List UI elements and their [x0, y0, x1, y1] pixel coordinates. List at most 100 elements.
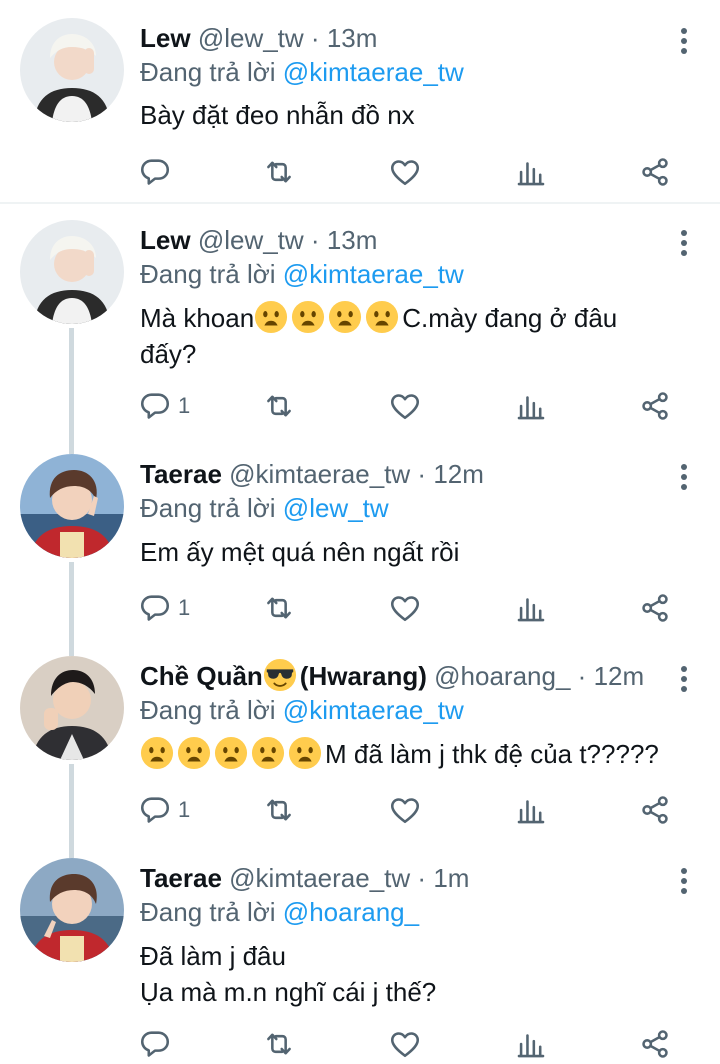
- user-handle[interactable]: @kimtaerae_tw: [229, 863, 410, 893]
- analytics-button[interactable]: [514, 790, 548, 830]
- frowning-face-emoji: [177, 736, 211, 770]
- share-button[interactable]: [638, 1024, 672, 1064]
- analytics-icon: [514, 389, 548, 423]
- display-name-suffix[interactable]: (Hwarang): [300, 661, 427, 691]
- avatar[interactable]: [20, 656, 124, 760]
- separator: ·: [417, 459, 427, 489]
- share-icon: [638, 793, 672, 827]
- display-name[interactable]: Taerae: [140, 459, 222, 489]
- more-icon[interactable]: [678, 666, 690, 696]
- share-icon: [638, 591, 672, 625]
- avatar[interactable]: [20, 220, 124, 324]
- tweet[interactable]: Chề Quần (Hwarang) @hoarang_ · 12m Đang t…: [0, 656, 720, 852]
- reply-icon: [138, 591, 172, 625]
- timestamp[interactable]: 1m: [433, 863, 469, 893]
- display-name[interactable]: Taerae: [140, 863, 222, 893]
- reply-button[interactable]: 1: [138, 790, 190, 830]
- tweet[interactable]: Lew @lew_tw · 13m Đang trả lời @kimtaera…: [0, 220, 720, 450]
- retweet-icon: [262, 591, 296, 625]
- mention-link[interactable]: @hoarang_: [283, 897, 419, 927]
- reply-prefix: Đang trả lời: [140, 57, 276, 87]
- reply-icon: [138, 793, 172, 827]
- analytics-button[interactable]: [514, 386, 548, 426]
- heart-icon: [388, 793, 422, 827]
- share-button[interactable]: [638, 588, 672, 628]
- display-name[interactable]: Lew: [140, 23, 191, 53]
- frowning-face-emoji: [254, 300, 288, 334]
- reply-icon: [138, 155, 172, 189]
- tweet-text: Đã làm j đâu Ụa mà m.n nghĩ cái j thế?: [140, 938, 436, 1010]
- avatar[interactable]: [20, 858, 124, 962]
- user-handle[interactable]: @lew_tw: [198, 225, 304, 255]
- timestamp[interactable]: 13m: [327, 225, 378, 255]
- separator: ·: [417, 863, 427, 893]
- action-bar: 1: [140, 790, 680, 830]
- like-button[interactable]: [388, 386, 422, 426]
- tweet[interactable]: Lew @lew_tw · 13m Đang trả lời @kimtaera…: [0, 0, 720, 204]
- tweet-text-line: đấy?: [140, 339, 197, 369]
- avatar[interactable]: [20, 454, 124, 558]
- retweet-button[interactable]: [262, 152, 296, 192]
- reply-count: 1: [178, 797, 191, 822]
- mention-link[interactable]: @lew_tw: [283, 493, 389, 523]
- tweet-text: Em ấy mệt quá nên ngất rồi: [140, 534, 459, 570]
- more-icon[interactable]: [678, 230, 690, 260]
- more-icon[interactable]: [678, 868, 690, 898]
- action-bar: [140, 1024, 680, 1064]
- more-icon[interactable]: [678, 464, 690, 494]
- share-button[interactable]: [638, 790, 672, 830]
- like-button[interactable]: [388, 790, 422, 830]
- heart-icon: [388, 591, 422, 625]
- mention-link[interactable]: @kimtaerae_tw: [283, 57, 464, 87]
- reply-button[interactable]: 1: [138, 588, 190, 628]
- analytics-button[interactable]: [514, 588, 548, 628]
- frowning-face-emoji: [328, 300, 362, 334]
- reply-button[interactable]: [138, 1024, 178, 1064]
- action-bar: [140, 152, 680, 192]
- timestamp[interactable]: 12m: [594, 661, 645, 691]
- reply-prefix: Đang trả lời: [140, 897, 276, 927]
- separator: ·: [577, 661, 587, 691]
- reply-context: Đang trả lời @lew_tw: [140, 488, 389, 528]
- tweet-text-fragment: C.mày đang ở đâu: [402, 303, 618, 333]
- timestamp[interactable]: 12m: [433, 459, 484, 489]
- user-handle[interactable]: @lew_tw: [198, 23, 304, 53]
- mention-link[interactable]: @kimtaerae_tw: [283, 259, 464, 289]
- reply-context: Đang trả lời @hoarang_: [140, 892, 419, 932]
- retweet-button[interactable]: [262, 1024, 296, 1064]
- analytics-button[interactable]: [514, 152, 548, 192]
- heart-icon: [388, 1027, 422, 1061]
- tweet-text: Mà khoan C.mày đang ở đâu đấy?: [140, 300, 617, 372]
- share-button[interactable]: [638, 152, 672, 192]
- analytics-button[interactable]: [514, 1024, 548, 1064]
- tweet[interactable]: Taerae @kimtaerae_tw · 1m Đang trả lời @…: [0, 858, 720, 1064]
- analytics-icon: [514, 155, 548, 189]
- avatar[interactable]: [20, 18, 124, 122]
- user-handle[interactable]: @hoarang_: [434, 661, 570, 691]
- timestamp[interactable]: 13m: [327, 23, 378, 53]
- tweet-text-line: Em ấy mệt quá nên ngất rồi: [140, 537, 460, 567]
- display-name[interactable]: Lew: [140, 225, 191, 255]
- like-button[interactable]: [388, 152, 422, 192]
- reply-button[interactable]: 1: [138, 386, 190, 426]
- heart-icon: [388, 155, 422, 189]
- reply-prefix: Đang trả lời: [140, 259, 276, 289]
- retweet-button[interactable]: [262, 790, 296, 830]
- share-icon: [638, 389, 672, 423]
- retweet-button[interactable]: [262, 386, 296, 426]
- reply-button[interactable]: [138, 152, 178, 192]
- reply-icon: [138, 1027, 172, 1061]
- share-button[interactable]: [638, 386, 672, 426]
- tweet[interactable]: Taerae @kimtaerae_tw · 12m Đang trả lời …: [0, 454, 720, 650]
- analytics-icon: [514, 591, 548, 625]
- retweet-icon: [262, 793, 296, 827]
- retweet-button[interactable]: [262, 588, 296, 628]
- mention-link[interactable]: @kimtaerae_tw: [283, 695, 464, 725]
- display-name[interactable]: Chề Quần: [140, 661, 263, 691]
- tweet-text-line: Ụa mà m.n nghĩ cái j thế?: [140, 977, 437, 1007]
- more-icon[interactable]: [678, 28, 690, 58]
- tweet-text-fragment: Mà khoan: [140, 303, 255, 333]
- user-handle[interactable]: @kimtaerae_tw: [229, 459, 410, 489]
- like-button[interactable]: [388, 588, 422, 628]
- like-button[interactable]: [388, 1024, 422, 1064]
